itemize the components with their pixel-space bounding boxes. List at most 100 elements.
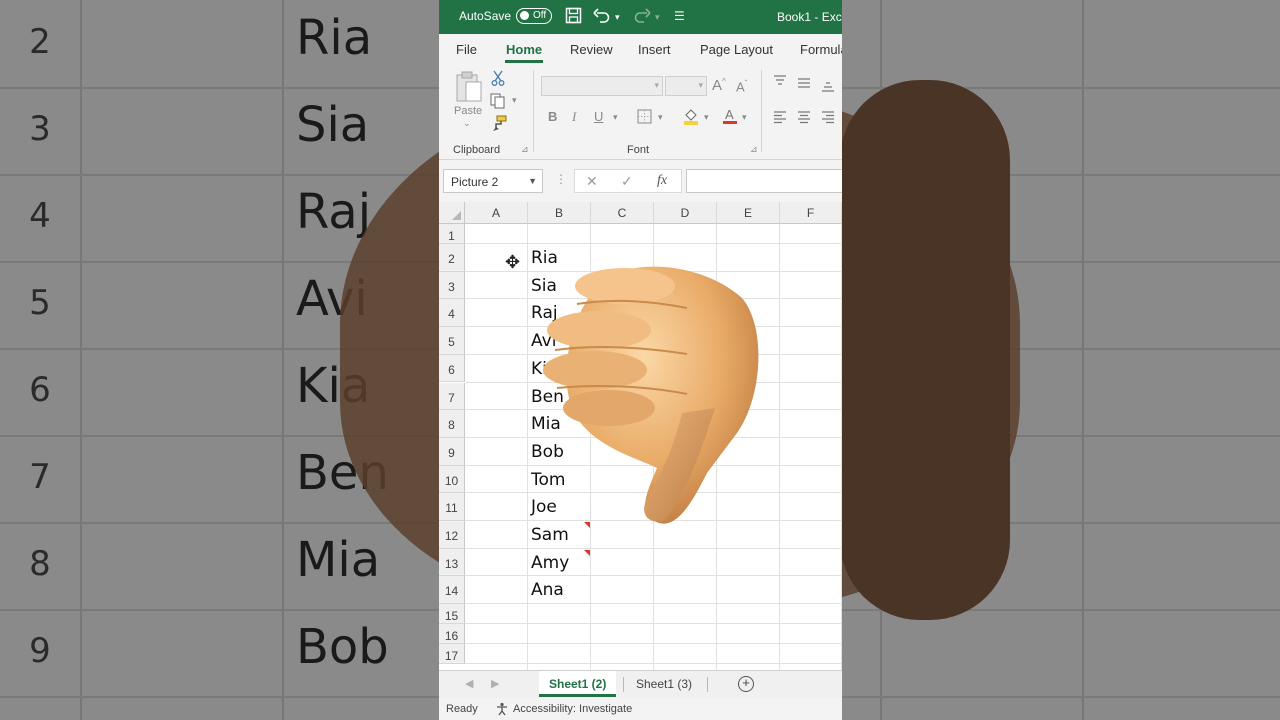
row-header-14[interactable]: 14 bbox=[439, 576, 465, 605]
prev-sheet-icon[interactable]: ◀ bbox=[465, 677, 473, 690]
tab-review[interactable]: Review bbox=[570, 42, 613, 57]
tab-home[interactable]: Home bbox=[506, 42, 542, 57]
paste-icon[interactable] bbox=[454, 70, 484, 107]
cut-icon[interactable] bbox=[491, 70, 505, 89]
row-header-12[interactable]: 12 bbox=[439, 521, 465, 549]
sheet-tab-2[interactable]: Sheet1 (3) bbox=[626, 671, 702, 697]
font-name-combo[interactable]: ▾ bbox=[541, 76, 663, 96]
bg-row-number: 8 bbox=[29, 544, 51, 584]
row-header-3[interactable]: 3 bbox=[439, 271, 465, 300]
formula-input[interactable] bbox=[686, 169, 842, 193]
select-all-button[interactable] bbox=[439, 202, 465, 224]
decrease-font-icon[interactable]: Aˇ bbox=[736, 79, 747, 94]
row-header-11[interactable]: 11 bbox=[439, 493, 465, 521]
paste-label[interactable]: Paste bbox=[454, 105, 482, 117]
borders-icon[interactable] bbox=[637, 109, 652, 127]
row-header-7[interactable]: 7 bbox=[439, 382, 465, 411]
align-center-icon[interactable] bbox=[797, 110, 811, 127]
column-header-f[interactable]: F bbox=[780, 202, 842, 224]
enter-icon[interactable]: ✓ bbox=[621, 173, 633, 190]
chevron-down-icon: ▼ bbox=[528, 176, 537, 186]
row-header-4[interactable]: 4 bbox=[439, 299, 465, 328]
underline-dropdown-icon[interactable]: ▾ bbox=[613, 112, 618, 123]
cancel-icon[interactable]: ✕ bbox=[586, 173, 598, 190]
font-size-combo[interactable]: ▾ bbox=[665, 76, 707, 96]
name-box[interactable]: Picture 2 ▼ bbox=[443, 169, 543, 193]
bg-row-name: Bob bbox=[296, 619, 389, 675]
save-icon[interactable] bbox=[565, 7, 582, 29]
copy-dropdown-icon[interactable]: ▾ bbox=[512, 95, 517, 106]
bg-row-number: 9 bbox=[29, 631, 51, 671]
align-left-icon[interactable] bbox=[773, 110, 787, 127]
column-header-a[interactable]: A bbox=[465, 202, 528, 224]
copy-icon[interactable] bbox=[490, 93, 506, 112]
row-header-8[interactable]: 8 bbox=[439, 410, 465, 438]
undo-icon[interactable] bbox=[593, 7, 611, 29]
column-gridline bbox=[779, 224, 780, 670]
row-header-2[interactable]: 2 bbox=[439, 244, 465, 272]
accessibility-status[interactable]: Accessibility: Investigate bbox=[513, 703, 632, 715]
format-painter-icon[interactable] bbox=[490, 115, 507, 135]
align-top-icon[interactable] bbox=[773, 74, 787, 90]
comment-indicator-icon[interactable] bbox=[584, 549, 590, 556]
row-header-15[interactable]: 15 bbox=[439, 604, 465, 625]
borders-dropdown-icon[interactable]: ▾ bbox=[658, 112, 663, 123]
align-right-icon[interactable] bbox=[821, 110, 835, 127]
customize-toolbar-icon[interactable]: ☰ bbox=[674, 9, 685, 23]
clipboard-launcher-icon[interactable]: ⊿ bbox=[521, 144, 529, 155]
fill-color-dropdown-icon[interactable]: ▾ bbox=[704, 112, 709, 123]
tab-page-layout[interactable]: Page Layout bbox=[700, 42, 773, 57]
font-launcher-icon[interactable]: ⊿ bbox=[750, 144, 758, 155]
row-header-10[interactable]: 10 bbox=[439, 465, 465, 494]
row-header-6[interactable]: 6 bbox=[439, 354, 465, 383]
row-header-9[interactable]: 9 bbox=[439, 437, 465, 466]
cell-b12[interactable]: Sam bbox=[531, 525, 569, 545]
italic-button[interactable]: I bbox=[572, 109, 576, 125]
column-header-b[interactable]: B bbox=[528, 202, 591, 224]
bg-row-number: 4 bbox=[29, 196, 51, 236]
column-header-d[interactable]: D bbox=[654, 202, 717, 224]
next-sheet-icon[interactable]: ▶ bbox=[491, 677, 499, 690]
row-header-17[interactable]: 17 bbox=[439, 644, 465, 665]
bg-row-name: Sia bbox=[296, 97, 370, 153]
autosave-state: Off bbox=[533, 10, 547, 21]
add-sheet-button[interactable]: + bbox=[738, 676, 754, 692]
active-tab-indicator bbox=[505, 60, 543, 63]
redo-icon[interactable] bbox=[633, 7, 651, 29]
align-bottom-icon[interactable] bbox=[821, 80, 835, 96]
tab-file[interactable]: File bbox=[456, 42, 477, 57]
paste-dropdown-icon[interactable]: ⌄ bbox=[463, 118, 471, 129]
row-header-5[interactable]: 5 bbox=[439, 327, 465, 355]
cell-b14[interactable]: Ana bbox=[531, 580, 564, 600]
tab-formulas[interactable]: Formulas bbox=[800, 42, 842, 57]
status-bar: Ready Accessibility: Investigate bbox=[439, 698, 842, 720]
fill-color-icon[interactable] bbox=[683, 107, 699, 128]
bg-row-number: 6 bbox=[29, 370, 51, 410]
bold-button[interactable]: B bbox=[548, 109, 557, 124]
tab-insert[interactable]: Insert bbox=[638, 42, 671, 57]
chevron-down-icon: ▾ bbox=[698, 80, 703, 90]
sheet-tab-bar: ◀ ▶ Sheet1 (2) Sheet1 (3) + bbox=[439, 670, 842, 698]
increase-font-icon[interactable]: A^ bbox=[712, 77, 726, 94]
redo-dropdown-icon[interactable]: ▾ bbox=[655, 12, 660, 23]
bg-row-number: 5 bbox=[29, 283, 51, 323]
align-middle-icon[interactable] bbox=[797, 76, 811, 92]
insert-function-button[interactable]: fx bbox=[657, 173, 667, 189]
autosave-toggle[interactable]: Off bbox=[516, 8, 552, 24]
row-header-16[interactable]: 16 bbox=[439, 624, 465, 645]
font-color-icon[interactable]: A bbox=[722, 107, 738, 128]
undo-dropdown-icon[interactable]: ▾ bbox=[615, 12, 620, 23]
column-header-c[interactable]: C bbox=[591, 202, 654, 224]
accessibility-icon[interactable] bbox=[495, 702, 509, 716]
toggle-knob bbox=[520, 11, 529, 20]
column-header-e[interactable]: E bbox=[717, 202, 780, 224]
sheet-tab-1[interactable]: Sheet1 (2) bbox=[539, 671, 617, 697]
row-header-13[interactable]: 13 bbox=[439, 548, 465, 577]
underline-button[interactable]: U bbox=[594, 109, 603, 124]
more-options-icon[interactable]: ⋮ bbox=[555, 172, 567, 186]
clipboard-group-label: Clipboard bbox=[453, 144, 501, 156]
ribbon: Paste ⌄ ▾ Clipboard ⊿ ▾ ▾ A^ Aˇ B I U ▾ … bbox=[439, 64, 842, 160]
cell-b13[interactable]: Amy bbox=[531, 553, 569, 573]
font-color-dropdown-icon[interactable]: ▾ bbox=[742, 112, 747, 123]
row-header-1[interactable]: 1 bbox=[439, 224, 465, 244]
